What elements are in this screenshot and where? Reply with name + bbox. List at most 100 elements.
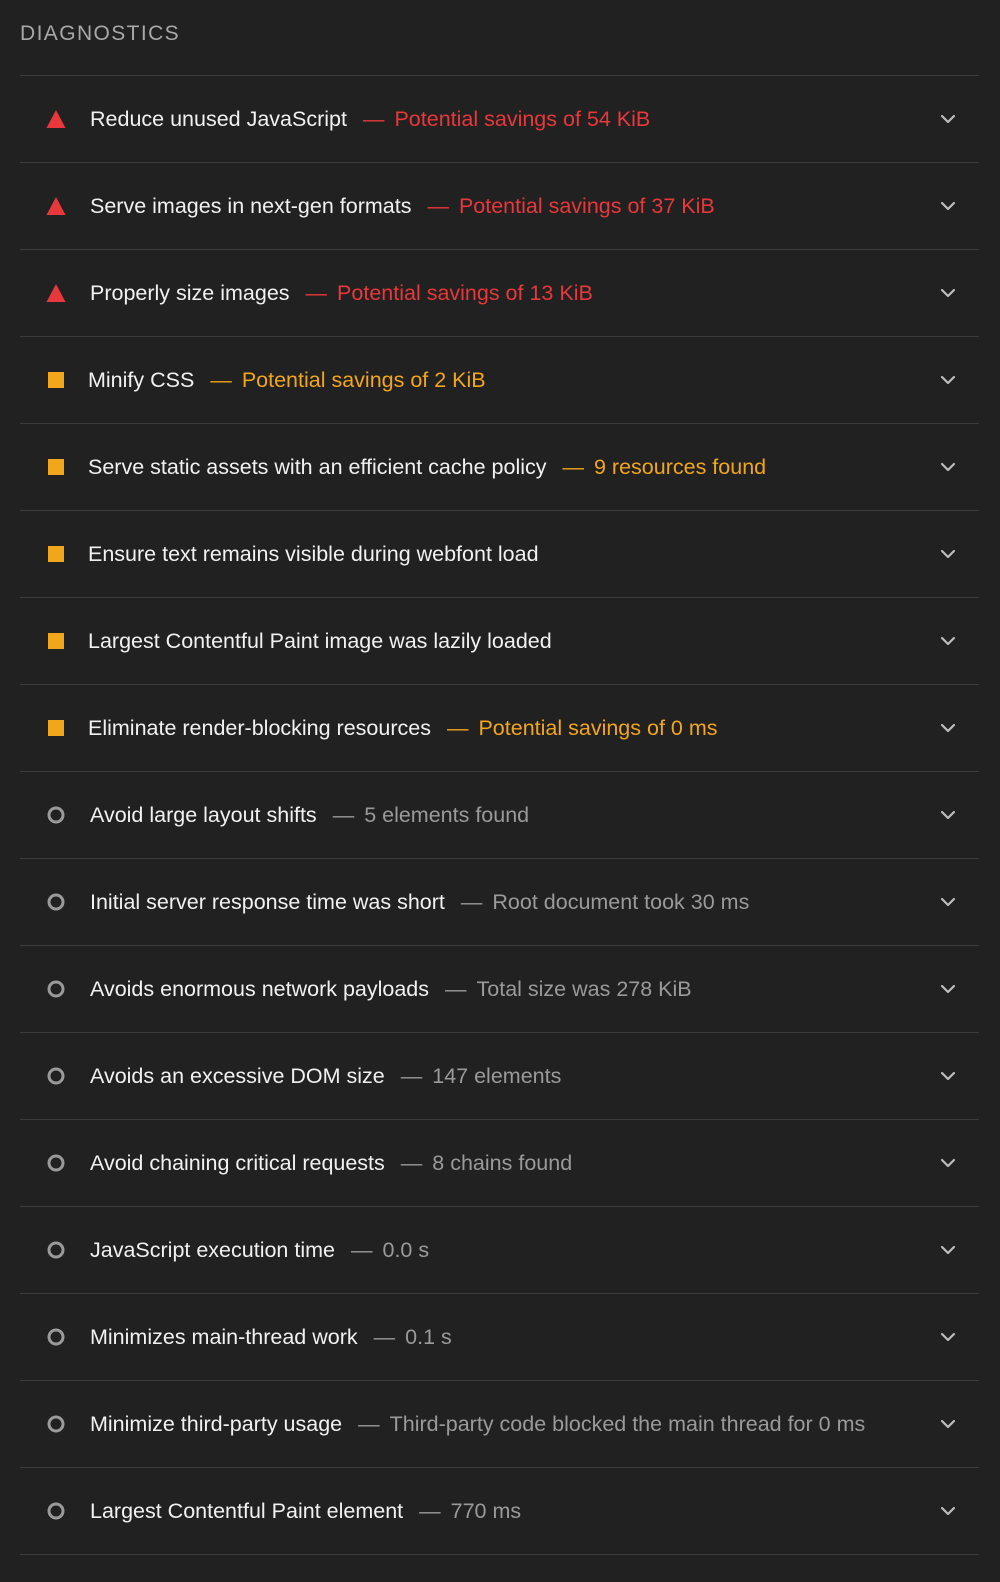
audit-row[interactable]: Avoids enormous network payloads — Total s… (20, 946, 979, 1033)
audit-text: Avoid chaining critical requests — 8 chain… (90, 1120, 572, 1206)
audit-separator: — (373, 1325, 396, 1349)
audit-row[interactable]: Minify CSS — Potential savings of 2 KiB (20, 337, 979, 424)
orange-square-icon (46, 718, 66, 738)
chevron-down-icon[interactable] (939, 632, 957, 650)
chevron-down-icon[interactable] (939, 284, 957, 302)
audit-separator: — (460, 890, 483, 914)
audit-title: Reduce unused JavaScript (90, 107, 347, 131)
gray-circle-icon (46, 1066, 66, 1086)
audit-row[interactable]: Avoid large layout shifts — 5 elements fou… (20, 772, 979, 859)
audit-separator: — (358, 1412, 380, 1436)
audit-title: Avoid large layout shifts (90, 803, 317, 827)
chevron-down-icon[interactable] (939, 545, 957, 563)
chevron-down-icon[interactable] (939, 110, 957, 128)
audit-title: Avoids enormous network payloads (90, 977, 430, 1001)
audit-row[interactable]: Largest Contentful Paint image was lazil… (20, 598, 979, 685)
audit-row[interactable]: Properly size images — Potential savings o… (20, 250, 979, 337)
audit-text: Eliminate render-blocking resources — Pote… (88, 685, 717, 771)
audit-title: Avoid chaining critical requests (90, 1151, 385, 1175)
audit-detail: 147 elements (432, 1064, 562, 1088)
audit-detail: 5 elements found (364, 803, 530, 827)
audit-detail: 0.0 s (382, 1238, 430, 1262)
orange-square-icon (46, 370, 66, 390)
audit-row[interactable]: Ensure text remains visible during webfo… (20, 511, 979, 598)
gray-circle-icon (46, 1240, 66, 1260)
audit-separator: — (562, 455, 585, 479)
audit-row[interactable]: Largest Contentful Paint element — 770 ms (20, 1468, 979, 1555)
audit-title: Properly size images (90, 281, 290, 305)
red-triangle-icon (46, 283, 66, 303)
gray-circle-icon (46, 805, 66, 825)
audit-text: Avoids an excessive DOM size — 147 element… (90, 1033, 561, 1119)
audit-row[interactable]: Minimize third-party usage — Third-party c… (20, 1381, 979, 1468)
audit-separator: — (350, 1238, 373, 1262)
red-triangle-icon (46, 196, 66, 216)
gray-circle-icon (46, 1501, 66, 1521)
audit-separator: — (332, 803, 355, 827)
audit-detail: Potential savings of 54 KiB (394, 107, 651, 131)
audit-detail: Total size was 278 KiB (476, 977, 692, 1001)
chevron-down-icon[interactable] (939, 1415, 957, 1433)
audit-detail: 9 resources found (594, 455, 767, 479)
audit-title: Eliminate render-blocking resources (88, 716, 431, 740)
audit-row[interactable]: JavaScript execution time — 0.0 s (20, 1207, 979, 1294)
audit-detail: Potential savings of 13 KiB (337, 281, 593, 305)
chevron-down-icon[interactable] (939, 1154, 957, 1172)
audit-title: Serve images in next-gen formats (90, 194, 412, 218)
audit-row[interactable]: Reduce unused JavaScript — Potential savin… (20, 76, 979, 163)
chevron-down-icon[interactable] (939, 197, 957, 215)
audit-row[interactable]: Avoid chaining critical requests — 8 chain… (20, 1120, 979, 1207)
chevron-down-icon[interactable] (939, 371, 957, 389)
audit-row[interactable]: Initial server response time was short — R… (20, 859, 979, 946)
audit-separator: — (210, 368, 232, 392)
orange-square-icon (46, 544, 66, 564)
audit-text: Largest Contentful Paint element — 770 ms (90, 1468, 521, 1554)
audit-title: Initial server response time was short (90, 890, 445, 914)
audit-detail: Root document took 30 ms (492, 890, 750, 914)
chevron-down-icon[interactable] (939, 806, 957, 824)
audit-detail: Potential savings of 2 KiB (241, 368, 486, 392)
audit-detail: 8 chains found (432, 1151, 573, 1175)
audit-title: Largest Contentful Paint image was lazil… (88, 629, 552, 653)
diagnostics-panel: DIAGNOSTICS Reduce unused JavaScript — Pot… (0, 0, 1000, 1582)
audit-title: JavaScript execution time (90, 1238, 335, 1262)
audit-list: Reduce unused JavaScript — Potential savin… (20, 75, 979, 1555)
audit-detail: 0.1 s (405, 1325, 452, 1349)
audit-title: Avoids an excessive DOM size (90, 1064, 385, 1088)
chevron-down-icon[interactable] (939, 1502, 957, 1520)
audit-title: Minimize third-party usage (90, 1412, 343, 1436)
audit-text: Properly size images — Potential savings o… (90, 250, 593, 336)
chevron-down-icon[interactable] (939, 1241, 957, 1259)
audit-separator: — (427, 194, 449, 218)
red-triangle-icon (46, 109, 66, 129)
orange-square-icon (46, 631, 66, 651)
audit-row[interactable]: Serve static assets with an efficient ca… (20, 424, 979, 511)
chevron-down-icon[interactable] (939, 719, 957, 737)
audit-row[interactable]: Eliminate render-blocking resources — Pote… (20, 685, 979, 772)
audit-text: Minimizes main-thread work — 0.1 s (90, 1294, 452, 1380)
audit-title: Minify CSS (88, 368, 195, 392)
chevron-down-icon[interactable] (939, 458, 957, 476)
chevron-down-icon[interactable] (939, 980, 957, 998)
audit-detail: Potential savings of 0 ms (478, 716, 718, 740)
audit-text: Serve static assets with an efficient ca… (88, 424, 766, 510)
audit-separator: — (400, 1151, 423, 1175)
gray-circle-icon (46, 1327, 66, 1347)
chevron-down-icon[interactable] (939, 1067, 957, 1085)
chevron-down-icon[interactable] (939, 893, 957, 911)
gray-circle-icon (46, 1153, 66, 1173)
audit-title: Minimizes main-thread work (90, 1325, 358, 1349)
audit-text: Ensure text remains visible during webfo… (88, 511, 539, 597)
audit-text: Largest Contentful Paint image was lazil… (88, 598, 552, 684)
audit-row[interactable]: Serve images in next-gen formats — Potenti… (20, 163, 979, 250)
audit-title: Ensure text remains visible during webfo… (88, 542, 539, 566)
chevron-down-icon[interactable] (939, 1328, 957, 1346)
audit-row[interactable]: Avoids an excessive DOM size — 147 element… (20, 1033, 979, 1120)
audit-title: Largest Contentful Paint element (90, 1499, 404, 1523)
audit-separator: — (362, 107, 385, 131)
audit-row[interactable]: Minimizes main-thread work — 0.1 s (20, 1294, 979, 1381)
audit-separator: — (419, 1499, 441, 1523)
audit-text: Avoid large layout shifts — 5 elements fou… (90, 772, 529, 858)
audit-separator: — (446, 716, 469, 740)
gray-circle-icon (46, 892, 66, 912)
